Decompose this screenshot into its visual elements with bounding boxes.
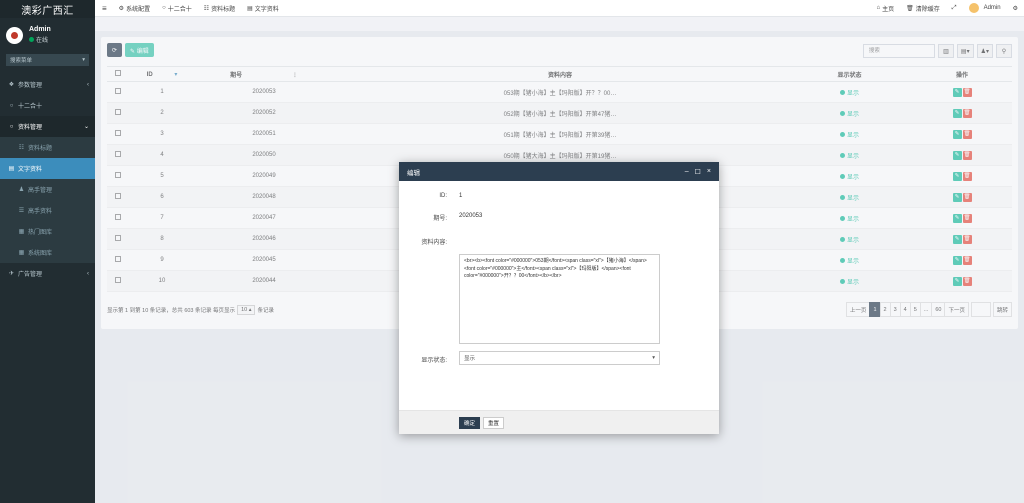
user-panel: Admin 在线	[0, 18, 95, 52]
modal-title: 编辑	[407, 169, 420, 177]
nav-tab-system[interactable]: ⚙ 系统配置	[113, 4, 156, 13]
document-icon: ▤	[247, 5, 253, 12]
user-name: Admin	[29, 26, 51, 33]
sidebar-item-expert-data[interactable]: ☰ 高手资料	[0, 200, 95, 221]
avatar	[968, 3, 979, 13]
sidebar-item-expert[interactable]: ♟ 高手管理	[0, 179, 95, 200]
status-label: 显示状态:	[421, 358, 447, 364]
sidebar-search[interactable]: 搜索菜单 ▾	[6, 54, 89, 66]
id-value: 1	[459, 193, 463, 199]
fullscreen-icon[interactable]: ⤢	[946, 5, 963, 12]
close-icon[interactable]: ×	[707, 168, 711, 176]
sidebar: 澳彩广西汇 Admin 在线 搜索菜单 ▾ ❖ 参数管理 ‹ ○ 十二合十 ○ 资料管理 ⌄…	[0, 0, 95, 503]
content-textarea[interactable]: <br><b><font color="#000000">053期</font>…	[459, 254, 660, 344]
chevron-down-icon: ▾	[652, 355, 655, 361]
list-icon: ☷	[18, 145, 25, 151]
minimize-icon[interactable]: –	[685, 168, 689, 176]
user-icon: ♟	[18, 187, 25, 193]
user-status: 在线	[29, 35, 51, 44]
circle-icon: ○	[162, 5, 166, 11]
reset-button[interactable]: 重置	[483, 416, 505, 429]
status-select[interactable]: 显示 ▾	[459, 351, 660, 365]
sidebar-item-system-gallery[interactable]: ▦ 系统图库	[0, 242, 95, 263]
menu-toggle-icon[interactable]: ≡	[95, 4, 113, 13]
image-icon: ▦	[18, 229, 25, 235]
circle-icon: ○	[9, 123, 14, 130]
sidebar-item-data-title[interactable]: ☷ 资料标题	[0, 137, 95, 158]
top-navbar: ≡ ⚙ 系统配置 ○ 十二合十 ☷ 资料标题 ▤ 文字资料 ⌂ 主页 🗑 清除缓存 ⤢ Ad…	[95, 0, 1024, 17]
sidebar-item-twelve[interactable]: ○ 十二合十	[0, 95, 95, 116]
list-icon: ☷	[203, 5, 210, 12]
maximize-icon[interactable]: ☐	[695, 168, 701, 176]
sidebar-item-params[interactable]: ❖ 参数管理 ‹	[0, 74, 95, 95]
modal-body: ID: 1 期号: 2020053 资料内容: <br><b><font col…	[399, 181, 719, 410]
sidebar-item-ads[interactable]: ✈ 广告管理 ‹	[0, 263, 95, 284]
brand-title[interactable]: 澳彩广西汇	[0, 0, 95, 18]
nav-tab-text-data[interactable]: ▤ 文字资料	[241, 4, 285, 13]
image-icon: ▦	[18, 250, 25, 256]
submit-button[interactable]: 确定	[459, 416, 481, 429]
sidebar-menu: ❖ 参数管理 ‹ ○ 十二合十 ○ 资料管理 ⌄ ☷ 资料标题 ▤ 文字资料 ♟ 高手管理 ☰ 高…	[0, 74, 95, 284]
params-icon: ❖	[8, 82, 15, 88]
period-label: 期号:	[433, 216, 447, 222]
clear-cache-button[interactable]: 🗑 清除缓存	[900, 4, 946, 13]
admin-menu[interactable]: Admin	[963, 3, 1007, 13]
circle-icon: ○	[9, 102, 14, 109]
home-icon: ⌂	[876, 5, 881, 11]
online-dot-icon	[29, 37, 34, 42]
nav-tab-data-title[interactable]: ☷ 资料标题	[198, 4, 241, 13]
document-icon: ▤	[8, 166, 15, 172]
avatar	[6, 26, 23, 44]
modal-header: 编辑 – ☐ ×	[399, 162, 719, 181]
chevron-down-icon: ▾	[82, 57, 85, 63]
gear-icon: ⚙	[118, 5, 125, 12]
home-link[interactable]: ⌂ 主页	[871, 4, 901, 13]
sidebar-item-hot-gallery[interactable]: ▦ 热门图库	[0, 221, 95, 242]
period-value: 2020053	[459, 213, 483, 219]
sidebar-item-text-data[interactable]: ▤ 文字资料	[0, 158, 95, 179]
modal-footer: 确定 重置	[399, 410, 719, 434]
nav-tab-twelve[interactable]: ○ 十二合十	[156, 4, 198, 13]
sidebar-item-data[interactable]: ○ 资料管理 ⌄	[0, 116, 95, 137]
lines-icon: ☰	[18, 208, 25, 214]
trash-icon: 🗑	[906, 5, 914, 12]
edit-modal: 编辑 – ☐ × ID: 1 期号: 2020053 资料内容: <br><b>…	[399, 162, 719, 434]
settings-icon[interactable]: ⚙	[1007, 5, 1024, 12]
content-label: 资料内容:	[421, 240, 447, 246]
id-label: ID:	[439, 193, 447, 199]
plane-icon: ✈	[8, 271, 15, 277]
